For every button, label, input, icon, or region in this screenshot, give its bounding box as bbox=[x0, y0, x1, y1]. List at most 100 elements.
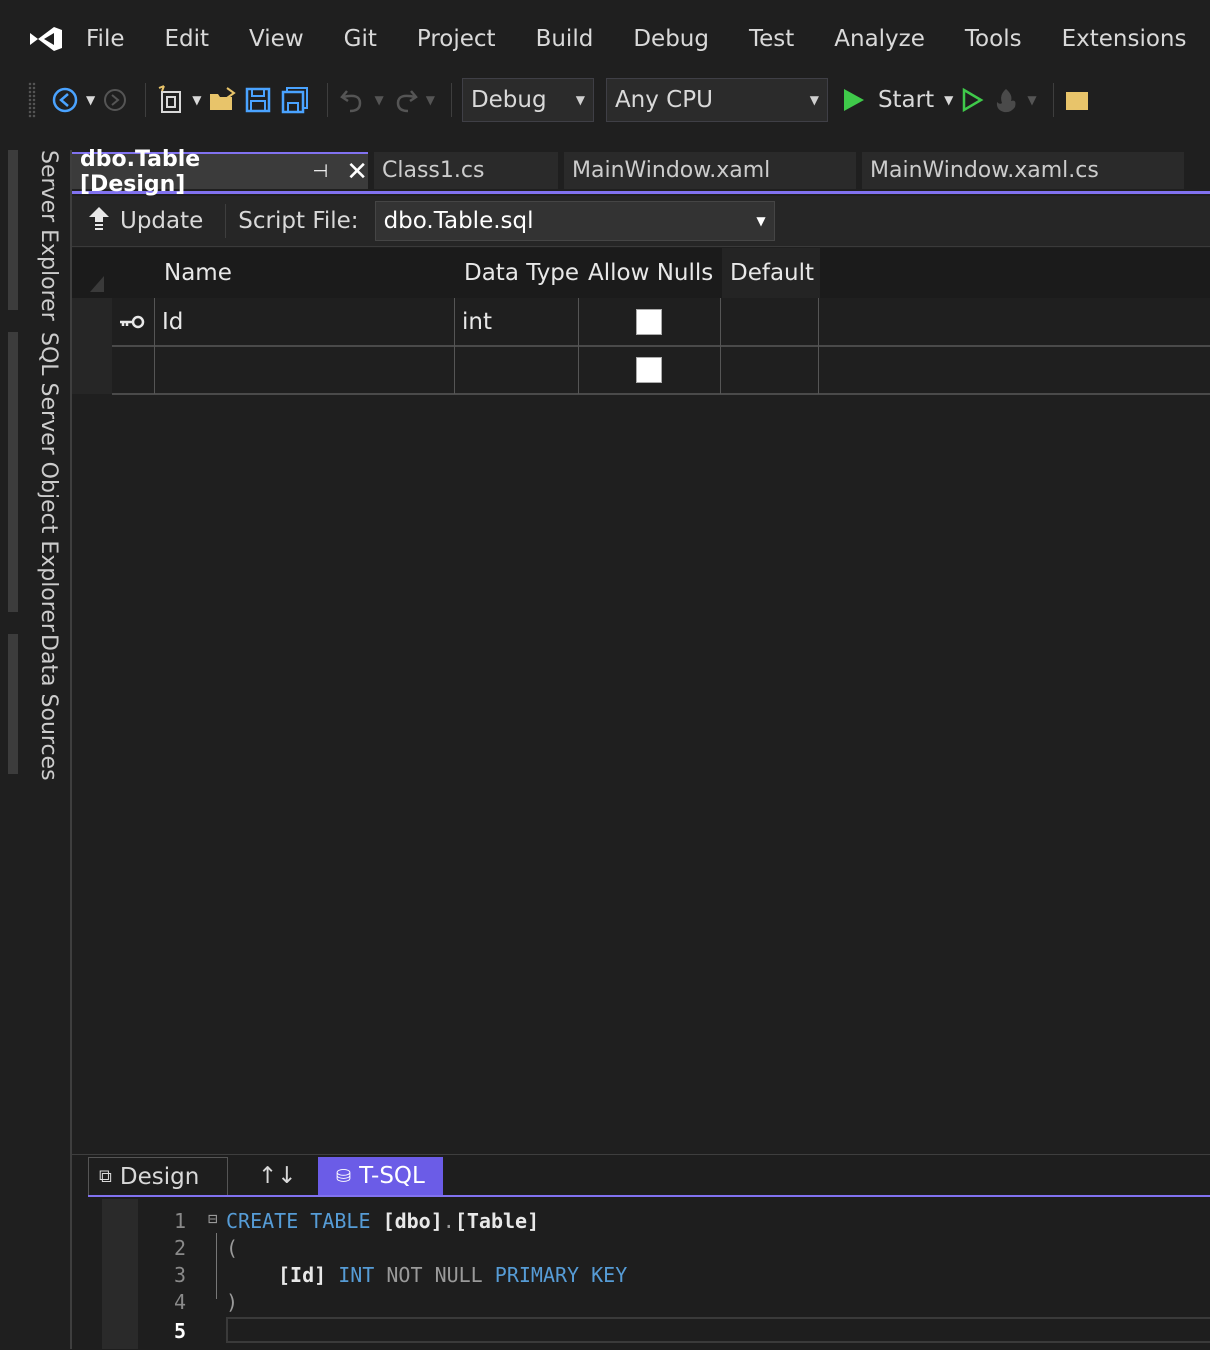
pin-icon[interactable]: ⊣ bbox=[313, 161, 329, 182]
cell-name[interactable]: Id bbox=[154, 298, 454, 346]
new-project-icon[interactable] bbox=[156, 80, 186, 120]
solution-configuration-value: Debug bbox=[470, 87, 547, 113]
side-tab-label: Server Explorer bbox=[36, 150, 61, 321]
line-number: 4 bbox=[173, 1290, 186, 1314]
open-file-icon[interactable] bbox=[207, 80, 237, 120]
document-area: dbo.Table [Design] ⊣ ✕ Class1.cs MainWin… bbox=[70, 147, 1210, 1350]
side-tab-server-explorer[interactable]: Server Explorer bbox=[8, 150, 66, 321]
toolbar-separator bbox=[225, 204, 227, 238]
save-all-icon[interactable] bbox=[279, 80, 311, 120]
tab-label: MainWindow.xaml bbox=[572, 158, 771, 183]
grid-line bbox=[818, 298, 819, 394]
toolbar-grip[interactable] bbox=[28, 82, 36, 118]
code-token: . bbox=[442, 1209, 455, 1233]
cell-data-type[interactable]: int bbox=[454, 298, 578, 346]
tab-dbo-table-design[interactable]: dbo.Table [Design] ⊣ ✕ bbox=[72, 147, 368, 197]
cell-default[interactable] bbox=[720, 298, 818, 346]
navigate-forward-icon[interactable] bbox=[101, 80, 129, 120]
side-tab-label: Data Sources bbox=[36, 634, 61, 781]
tab-mainwindow-xaml-cs[interactable]: MainWindow.xaml.cs bbox=[862, 152, 1184, 189]
visual-studio-logo-icon bbox=[26, 21, 66, 57]
allow-nulls-checkbox[interactable] bbox=[636, 309, 662, 335]
row-selector[interactable] bbox=[72, 346, 112, 394]
line-number-current: 5 bbox=[173, 1319, 186, 1343]
side-tab-data-sources[interactable]: Data Sources bbox=[8, 634, 66, 781]
menu-file[interactable]: File bbox=[86, 26, 125, 52]
redo-icon[interactable] bbox=[390, 80, 420, 120]
tab-label: Class1.cs bbox=[382, 158, 485, 183]
dropdown-arrow-icon[interactable]: ▼ bbox=[374, 80, 383, 120]
start-play-icon[interactable] bbox=[840, 80, 866, 120]
menu-analyze[interactable]: Analyze bbox=[834, 26, 925, 52]
column-header-allow-nulls[interactable]: Allow Nulls bbox=[580, 248, 722, 298]
cell-allow-nulls[interactable] bbox=[578, 298, 720, 346]
cell-name[interactable] bbox=[154, 346, 454, 394]
script-file-value: dbo.Table.sql bbox=[383, 208, 534, 234]
undo-icon[interactable] bbox=[338, 80, 368, 120]
cell-default[interactable] bbox=[720, 346, 818, 394]
tsql-tab-label: T-SQL bbox=[359, 1163, 425, 1189]
menu-test[interactable]: Test bbox=[749, 26, 794, 52]
solution-platform-combo[interactable]: Any CPU ▼ bbox=[605, 78, 828, 122]
dropdown-arrow-icon[interactable]: ▼ bbox=[426, 80, 435, 120]
code-token: NULL bbox=[434, 1263, 483, 1287]
browser-link-icon[interactable] bbox=[1064, 80, 1088, 120]
tab-label: MainWindow.xaml.cs bbox=[870, 158, 1099, 183]
row-selector[interactable] bbox=[72, 298, 112, 346]
cell-data-type[interactable] bbox=[454, 346, 578, 394]
grid-line bbox=[112, 345, 1210, 347]
hot-reload-icon[interactable] bbox=[991, 80, 1021, 120]
code-line-2: ( bbox=[226, 1236, 239, 1260]
menu-git[interactable]: Git bbox=[344, 26, 377, 52]
menu-tools[interactable]: Tools bbox=[965, 26, 1022, 52]
dropdown-arrow-icon[interactable]: ▼ bbox=[192, 80, 201, 120]
menu-view[interactable]: View bbox=[249, 26, 304, 52]
menu-extensions[interactable]: Extensions bbox=[1062, 26, 1187, 52]
solution-configuration-combo[interactable]: Debug ▼ bbox=[461, 78, 594, 122]
start-without-debugging-icon[interactable] bbox=[959, 80, 985, 120]
script-file-combo[interactable]: dbo.Table.sql ▼ bbox=[374, 201, 775, 241]
table-designer-toolbar: Update Script File: dbo.Table.sql ▼ bbox=[72, 196, 1210, 247]
line-number: 2 bbox=[173, 1236, 186, 1260]
update-button[interactable]: Update bbox=[120, 208, 203, 234]
column-header-data-type[interactable]: Data Type bbox=[456, 248, 580, 298]
grid-line bbox=[112, 393, 1210, 395]
tsql-editor[interactable]: 1 2 3 4 5 ⊟ CREATE TABLE [dbo].[Table] (… bbox=[102, 1199, 1210, 1349]
dropdown-arrow-icon[interactable]: ▼ bbox=[944, 80, 953, 120]
cell-allow-nulls[interactable] bbox=[578, 346, 720, 394]
menu-bar: File Edit View Git Project Build Debug T… bbox=[8, 8, 1210, 70]
code-line-1: CREATE TABLE [dbo].[Table] bbox=[226, 1209, 539, 1233]
swap-panes-button[interactable]: ↑↓ bbox=[258, 1157, 297, 1195]
close-icon[interactable]: ✕ bbox=[346, 157, 368, 187]
tab-tsql[interactable]: ⛁ T-SQL bbox=[318, 1157, 443, 1195]
code-token: TABLE bbox=[310, 1209, 371, 1233]
start-button-label[interactable]: Start bbox=[878, 87, 934, 113]
tab-class1-cs[interactable]: Class1.cs bbox=[374, 152, 558, 189]
tab-label: dbo.Table [Design] bbox=[80, 146, 201, 197]
column-header-name[interactable]: Name bbox=[156, 248, 456, 298]
select-all-corner[interactable] bbox=[72, 248, 112, 298]
design-icon: ⧉ bbox=[99, 1166, 112, 1187]
chevron-down-icon: ▼ bbox=[575, 93, 585, 107]
line-number: 3 bbox=[173, 1263, 186, 1287]
dropdown-arrow-icon[interactable]: ▼ bbox=[86, 80, 95, 120]
menu-edit[interactable]: Edit bbox=[165, 26, 210, 52]
menu-debug[interactable]: Debug bbox=[633, 26, 709, 52]
menu-build[interactable]: Build bbox=[536, 26, 594, 52]
side-tab-sql-server-object-explorer[interactable]: SQL Server Object Explorer bbox=[8, 332, 66, 632]
dropdown-arrow-icon[interactable]: ▼ bbox=[1027, 80, 1036, 120]
tab-design[interactable]: ⧉ Design bbox=[88, 1157, 228, 1195]
tab-mainwindow-xaml[interactable]: MainWindow.xaml bbox=[564, 152, 856, 189]
save-icon[interactable] bbox=[243, 80, 273, 120]
side-tab-label: SQL Server Object Explorer bbox=[36, 332, 61, 632]
column-header-default[interactable]: Default bbox=[722, 248, 820, 298]
code-token: [Id] bbox=[278, 1263, 327, 1287]
tsql-icon: ⛁ bbox=[336, 1165, 352, 1187]
collapse-toggle-icon[interactable]: ⊟ bbox=[208, 1209, 218, 1228]
grid-line bbox=[578, 298, 579, 394]
navigate-back-icon[interactable] bbox=[50, 80, 80, 120]
columns-grid: Name Data Type Allow Nulls Default Id in… bbox=[72, 248, 1210, 1148]
menu-project[interactable]: Project bbox=[417, 26, 496, 52]
update-arrow-icon[interactable] bbox=[88, 205, 110, 237]
allow-nulls-checkbox[interactable] bbox=[636, 357, 662, 383]
